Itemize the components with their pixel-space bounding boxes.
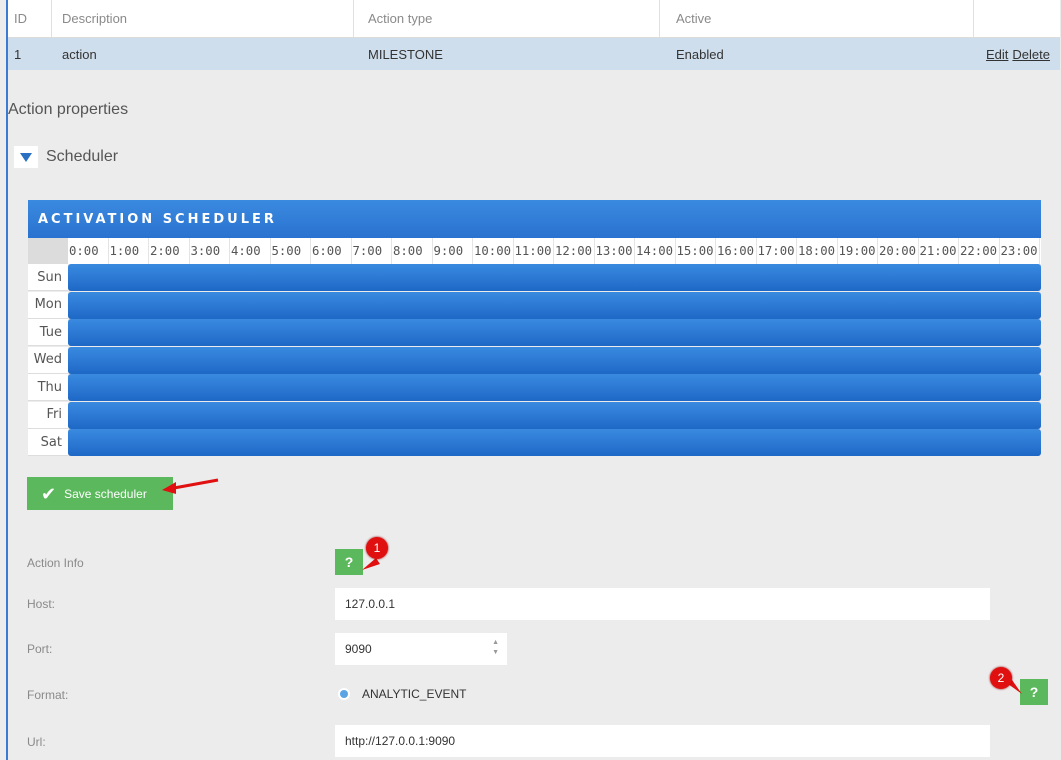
actions-table: ID Description Action type Active 1 acti… bbox=[8, 0, 1060, 70]
day-row: Wed bbox=[28, 346, 1041, 375]
url-label: Url: bbox=[27, 735, 46, 749]
format-label: Format: bbox=[27, 688, 69, 702]
day-schedule-bar[interactable] bbox=[68, 374, 1041, 401]
scheduler-toggle[interactable]: Scheduler bbox=[14, 146, 118, 168]
day-label: Sat bbox=[28, 429, 68, 456]
save-scheduler-button[interactable]: ✔ Save scheduler bbox=[27, 477, 173, 510]
scheduler-toggle-label: Scheduler bbox=[46, 148, 119, 165]
hour-label: 20:00 bbox=[878, 238, 919, 264]
port-input[interactable]: 9090 ▲ ▼ bbox=[335, 633, 507, 665]
annotation-badge-2: 2 bbox=[990, 667, 1012, 689]
day-schedule-bar[interactable] bbox=[68, 319, 1041, 346]
day-label: Fri bbox=[28, 401, 68, 429]
hour-label: 1:00 bbox=[109, 238, 149, 264]
section-title: Action properties bbox=[8, 101, 129, 118]
day-label: Sun bbox=[28, 264, 68, 291]
header-active[interactable]: Active bbox=[660, 0, 974, 37]
hour-label: 13:00 bbox=[595, 238, 635, 264]
day-schedule-bar[interactable] bbox=[68, 291, 1041, 319]
port-label: Port: bbox=[27, 642, 53, 656]
day-row: Tue bbox=[28, 319, 1041, 347]
hour-label: 21:00 bbox=[919, 238, 959, 264]
days-grid: Sun Mon Tue Wed Thu Fri Sat bbox=[28, 264, 1041, 457]
hour-label: 6:00 bbox=[311, 238, 352, 264]
header-action-type[interactable]: Action type bbox=[354, 0, 660, 37]
action-info-label: Action Info bbox=[27, 556, 84, 570]
table-row[interactable]: 1 action MILESTONE Enabled Edit Delete bbox=[8, 38, 1060, 70]
host-label: Host: bbox=[27, 597, 56, 611]
day-label: Thu bbox=[28, 374, 68, 401]
hours-corner bbox=[28, 238, 68, 264]
table-header-row: ID Description Action type Active bbox=[8, 0, 1060, 38]
day-row: Mon bbox=[28, 291, 1041, 320]
hour-label: 16:00 bbox=[716, 238, 757, 264]
cell-description: action bbox=[62, 46, 97, 62]
hour-label: 12:00 bbox=[554, 238, 595, 264]
header-actions bbox=[974, 0, 1060, 37]
scheduler-title: ACTIVATION SCHEDULER bbox=[28, 200, 1041, 238]
cell-action-type: MILESTONE bbox=[368, 46, 443, 62]
day-label: Wed bbox=[28, 346, 68, 374]
host-input[interactable]: 127.0.0.1 bbox=[335, 588, 990, 620]
hour-label: 15:00 bbox=[676, 238, 716, 264]
checkmark-icon: ✔ bbox=[41, 483, 57, 504]
hour-label: 5:00 bbox=[271, 238, 311, 264]
hour-label: 3:00 bbox=[190, 238, 230, 264]
hour-label: 7:00 bbox=[352, 238, 392, 264]
cell-id: 1 bbox=[14, 46, 22, 62]
hour-label: 22:00 bbox=[959, 238, 1000, 264]
hour-label: 8:00 bbox=[392, 238, 433, 264]
hour-label: 17:00 bbox=[757, 238, 797, 264]
hour-label: 0:00 bbox=[68, 238, 109, 264]
port-value: 9090 bbox=[345, 642, 372, 656]
hour-label: 2:00 bbox=[149, 238, 190, 264]
hour-label: 23:00 bbox=[1000, 238, 1040, 264]
collapse-triangle-icon[interactable] bbox=[14, 146, 38, 168]
delete-link[interactable]: Delete bbox=[1012, 47, 1050, 62]
save-scheduler-label: Save scheduler bbox=[64, 486, 147, 501]
hour-label: 4:00 bbox=[230, 238, 271, 264]
help-button-2[interactable]: ? bbox=[1020, 679, 1048, 705]
port-stepper-icon[interactable]: ▲ ▼ bbox=[492, 638, 499, 658]
hour-label: 9:00 bbox=[433, 238, 473, 264]
format-radio[interactable] bbox=[338, 688, 350, 700]
day-label: Mon bbox=[28, 291, 68, 319]
day-schedule-bar[interactable] bbox=[68, 346, 1041, 374]
hour-label: 11:00 bbox=[514, 238, 554, 264]
edit-link[interactable]: Edit bbox=[986, 47, 1008, 62]
activation-scheduler: ACTIVATION SCHEDULER 0:00 1:00 2:00 3:00 4:0… bbox=[28, 200, 1041, 457]
hours-header: 0:00 1:00 2:00 3:00 4:00 5:00 6:00 7:00 8:00 9:00… bbox=[28, 238, 1041, 264]
header-description[interactable]: Description bbox=[52, 0, 354, 37]
help-button-1[interactable]: ? bbox=[335, 549, 363, 575]
day-schedule-bar[interactable] bbox=[68, 401, 1041, 429]
hour-label: 18:00 bbox=[797, 238, 838, 264]
header-id[interactable]: ID bbox=[8, 0, 52, 37]
url-input[interactable]: http://127.0.0.1:9090 bbox=[335, 725, 990, 757]
day-schedule-bar[interactable] bbox=[68, 264, 1041, 291]
cell-actions: Edit Delete bbox=[974, 38, 1060, 70]
annotation-badge-1: 1 bbox=[366, 537, 388, 559]
day-row: Fri bbox=[28, 401, 1041, 430]
day-row: Sat bbox=[28, 429, 1041, 457]
format-option-label: ANALYTIC_EVENT bbox=[362, 687, 467, 701]
annotation-arrow-icon bbox=[162, 478, 219, 494]
day-row: Sun bbox=[28, 264, 1041, 292]
day-row: Thu bbox=[28, 374, 1041, 402]
cell-active: Enabled bbox=[676, 46, 724, 62]
hour-label: 14:00 bbox=[635, 238, 676, 264]
day-label: Tue bbox=[28, 319, 68, 346]
hour-label: 19:00 bbox=[838, 238, 878, 264]
day-schedule-bar[interactable] bbox=[68, 429, 1041, 456]
hour-label: 10:00 bbox=[473, 238, 514, 264]
